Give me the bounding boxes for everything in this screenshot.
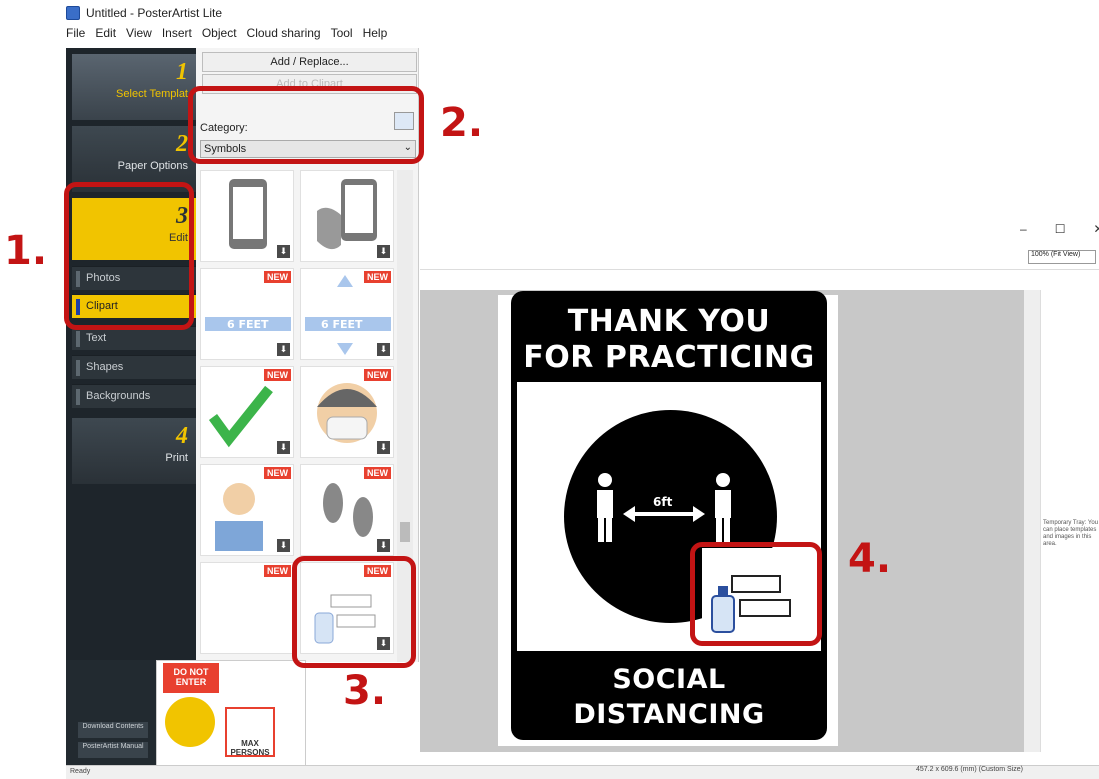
- feet-label: 6 FEET: [227, 318, 269, 331]
- maximize-icon[interactable]: ☐: [1055, 222, 1066, 236]
- zoom-select[interactable]: 100% (Fit View): [1028, 250, 1096, 264]
- download-icon: ⬇: [377, 441, 390, 454]
- annotation-label-3: 3.: [343, 668, 387, 714]
- feet-label: 6 FEET: [321, 318, 363, 331]
- max-persons-tile[interactable]: MAX PERSONS: [225, 707, 275, 757]
- close-icon[interactable]: ✕: [1093, 222, 1099, 236]
- menu-cloud-sharing[interactable]: Cloud sharing: [247, 26, 321, 40]
- step-select-template[interactable]: 1 Select Templat: [72, 54, 196, 120]
- poster-title-line2[interactable]: FOR PRACTICING: [511, 340, 827, 375]
- menu-help[interactable]: Help: [363, 26, 388, 40]
- new-badge: NEW: [264, 467, 291, 479]
- lower-clipart-pane: DO NOT ENTER MAX PERSONS: [156, 660, 306, 770]
- menu-insert[interactable]: Insert: [162, 26, 192, 40]
- poster-bottom-line2[interactable]: DISTANCING: [511, 699, 827, 730]
- clipart-tile-footprints[interactable]: NEW ⬇: [300, 464, 394, 556]
- clipart-tile-blank[interactable]: NEW: [200, 562, 294, 654]
- app-icon: [66, 6, 80, 20]
- clipart-tile-phone[interactable]: ⬇: [200, 170, 294, 262]
- scroll-thumb[interactable]: [400, 522, 410, 542]
- clipart-tile-cough[interactable]: NEW ⬇: [200, 464, 294, 556]
- minimize-icon[interactable]: –: [1020, 222, 1027, 236]
- face-tile[interactable]: [165, 697, 215, 747]
- annotation-label-4: 4.: [848, 536, 892, 582]
- new-badge: NEW: [264, 271, 291, 283]
- new-badge: NEW: [264, 369, 291, 381]
- title-bar: Untitled - PosterArtist Lite: [66, 3, 222, 23]
- annotation-box-3: [292, 556, 416, 668]
- new-badge: NEW: [264, 565, 291, 577]
- sub-item-shapes[interactable]: Shapes: [72, 355, 196, 379]
- menu-object[interactable]: Object: [202, 26, 237, 40]
- menu-bar: File Edit View Insert Object Cloud shari…: [66, 26, 387, 40]
- menu-edit[interactable]: Edit: [95, 26, 116, 40]
- clipart-tile-hand-phone[interactable]: ⬇: [300, 170, 394, 262]
- step-print[interactable]: 4 Print: [72, 418, 196, 484]
- do-not-enter-tile[interactable]: DO NOT ENTER: [163, 663, 219, 693]
- step-label: Print: [165, 452, 188, 464]
- download-icon: ⬇: [277, 245, 290, 258]
- paper-size-info: 457.2 x 609.6 (mm) (Custom Size): [916, 766, 1023, 773]
- step-label: Paper Options: [117, 160, 188, 172]
- main-toolbar: [420, 248, 1099, 270]
- annotation-label-2: 2.: [440, 100, 484, 146]
- download-icon: ⬇: [377, 539, 390, 552]
- step-label: Select Templat: [116, 88, 188, 100]
- clipart-tile-check[interactable]: NEW ⬇: [200, 366, 294, 458]
- new-badge: NEW: [364, 369, 391, 381]
- clipart-tile-6feet[interactable]: NEW 6 FEET ⬇: [200, 268, 294, 360]
- clipart-tile-mask[interactable]: NEW ⬇: [300, 366, 394, 458]
- poster-bottom-line1[interactable]: SOCIAL: [511, 664, 827, 695]
- menu-view[interactable]: View: [126, 26, 152, 40]
- annotation-box-2: [188, 86, 424, 164]
- download-contents-button[interactable]: Download Contents: [78, 722, 148, 738]
- menu-tool[interactable]: Tool: [331, 26, 353, 40]
- annotation-box-4: [690, 542, 822, 646]
- canvas-scrollbar[interactable]: [1024, 290, 1040, 752]
- download-icon: ⬇: [277, 343, 290, 356]
- step-number: 4: [176, 423, 188, 449]
- annotation-label-1: 1.: [4, 228, 48, 274]
- window-title: Untitled - PosterArtist Lite: [86, 6, 223, 20]
- new-badge: NEW: [364, 271, 391, 283]
- download-icon: ⬇: [277, 539, 290, 552]
- tray-hint: Temporary Tray: You can place templates …: [1043, 520, 1099, 547]
- new-badge: NEW: [364, 467, 391, 479]
- annotation-box-1: [64, 182, 194, 330]
- download-icon: ⬇: [377, 343, 390, 356]
- step-panel: 1 Select Templat 2 Paper Options 3 Edit …: [66, 48, 196, 662]
- download-icon: ⬇: [277, 441, 290, 454]
- secondary-toolbar: [420, 272, 520, 290]
- sub-item-backgrounds[interactable]: Backgrounds: [72, 384, 196, 408]
- clipart-tile-6feet-vertical[interactable]: NEW 6 FEET ⬇: [300, 268, 394, 360]
- distance-label: 6ft: [653, 495, 673, 509]
- download-icon: ⬇: [377, 245, 390, 258]
- menu-file[interactable]: File: [66, 26, 85, 40]
- window-controls: – ☐ ✕: [1020, 222, 1099, 236]
- step-number: 2: [176, 131, 188, 157]
- poster-title-line1[interactable]: THANK YOU: [511, 304, 827, 339]
- manual-button[interactable]: PosterArtist Manual: [78, 742, 148, 758]
- step-number: 1: [176, 59, 188, 85]
- add-replace-button[interactable]: Add / Replace...: [202, 52, 417, 72]
- distance-figures-icon: 6ft: [597, 473, 731, 542]
